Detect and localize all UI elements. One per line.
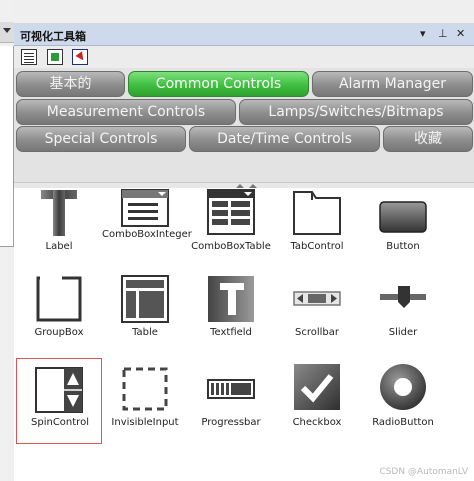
toolbox-title-bar: 可视化工具箱 ▾ ⊥ ✕ xyxy=(14,24,474,46)
textfield-icon xyxy=(208,276,254,322)
palette-item-tab-control[interactable]: TabControl xyxy=(274,188,360,274)
spin-control-icon xyxy=(35,367,83,413)
document-list-icon[interactable] xyxy=(21,49,37,65)
palette-item-slider[interactable]: Slider xyxy=(360,274,446,360)
tab-alarm-manager[interactable]: Alarm Manager xyxy=(312,71,473,97)
panel-title: 可视化工具箱 xyxy=(20,30,86,43)
palette-item-progressbar[interactable]: Progressbar xyxy=(188,358,274,444)
control-palette: Label ComboBoxInteger ComboBoxTable TabC… xyxy=(14,188,474,481)
item-label: Checkbox xyxy=(292,417,342,428)
item-label: RadioButton xyxy=(372,417,434,428)
tab-special-controls[interactable]: Special Controls xyxy=(16,126,186,152)
palette-item-combobox-table[interactable]: ComboBoxTable xyxy=(188,188,274,274)
item-label: Slider xyxy=(388,327,418,338)
tab-control-icon xyxy=(293,191,341,235)
slider-icon xyxy=(380,286,426,308)
adjacent-panel-strip xyxy=(0,0,14,481)
item-label: SpinControl xyxy=(31,417,89,428)
watermark: CSDN @AutomanLV xyxy=(379,467,468,477)
invisible-input-icon xyxy=(122,367,168,411)
palette-item-radio-button[interactable]: RadioButton xyxy=(360,358,446,444)
item-label: Button xyxy=(386,241,420,252)
window-menu-icon[interactable]: ▾ xyxy=(420,27,426,40)
palette-item-groupbox[interactable]: GroupBox xyxy=(16,274,102,360)
checkbox-icon xyxy=(294,364,340,410)
table-icon xyxy=(121,275,169,323)
toolbox-toolbar xyxy=(14,46,474,69)
tab-date-time-controls[interactable]: Date/Time Controls xyxy=(189,126,380,152)
green-block-icon[interactable] xyxy=(47,49,63,65)
pointer-icon[interactable] xyxy=(72,49,88,65)
groupbox-icon xyxy=(36,276,82,322)
tab-measurement-controls[interactable]: Measurement Controls xyxy=(16,99,236,125)
tab-basic[interactable]: 基本的 xyxy=(16,71,125,97)
item-label: ComboBoxTable xyxy=(191,241,271,252)
item-label: GroupBox xyxy=(34,327,84,338)
pin-icon[interactable]: ⊥ xyxy=(438,27,448,40)
progressbar-icon xyxy=(207,379,255,399)
palette-item-invisible-input[interactable]: InvisibleInput xyxy=(102,358,188,444)
tab-lamps-switches-bitmaps[interactable]: Lamps/Switches/Bitmaps xyxy=(239,99,473,125)
category-tabs: 基本的 Common Controls Alarm Manager Measur… xyxy=(14,68,474,182)
item-label: Progressbar xyxy=(201,417,261,428)
palette-item-textfield[interactable]: Textfield xyxy=(188,274,274,360)
item-label: TabControl xyxy=(290,241,344,252)
palette-item-checkbox[interactable]: Checkbox xyxy=(274,358,360,444)
window-top-band xyxy=(14,0,474,24)
item-label: Table xyxy=(132,327,158,338)
radio-button-icon xyxy=(380,364,426,410)
palette-item-scrollbar[interactable]: Scrollbar xyxy=(274,274,360,360)
palette-item-spin-control[interactable]: SpinControl xyxy=(16,358,102,444)
palette-item-button[interactable]: Button xyxy=(360,188,446,274)
item-label: Textfield xyxy=(210,327,252,338)
scrollbar-icon xyxy=(293,291,341,306)
tab-favorites[interactable]: 收藏 xyxy=(383,126,473,152)
label-icon xyxy=(41,190,77,236)
tab-common-controls[interactable]: Common Controls xyxy=(128,71,309,97)
item-label: Label xyxy=(45,241,73,252)
adjacent-panel-body xyxy=(0,46,14,247)
palette-item-table[interactable]: Table xyxy=(102,274,188,360)
combobox-table-icon xyxy=(207,189,255,235)
item-label: ComboBoxInteger xyxy=(102,229,192,240)
item-label: Scrollbar xyxy=(295,327,339,338)
close-icon[interactable]: ✕ xyxy=(456,27,465,40)
palette-item-label[interactable]: Label xyxy=(16,188,102,274)
item-label: InvisibleInput xyxy=(111,417,179,428)
palette-item-combobox-integer[interactable]: ComboBoxInteger xyxy=(102,188,192,274)
button-icon xyxy=(379,201,427,233)
dropdown-arrow-icon[interactable] xyxy=(3,28,11,33)
